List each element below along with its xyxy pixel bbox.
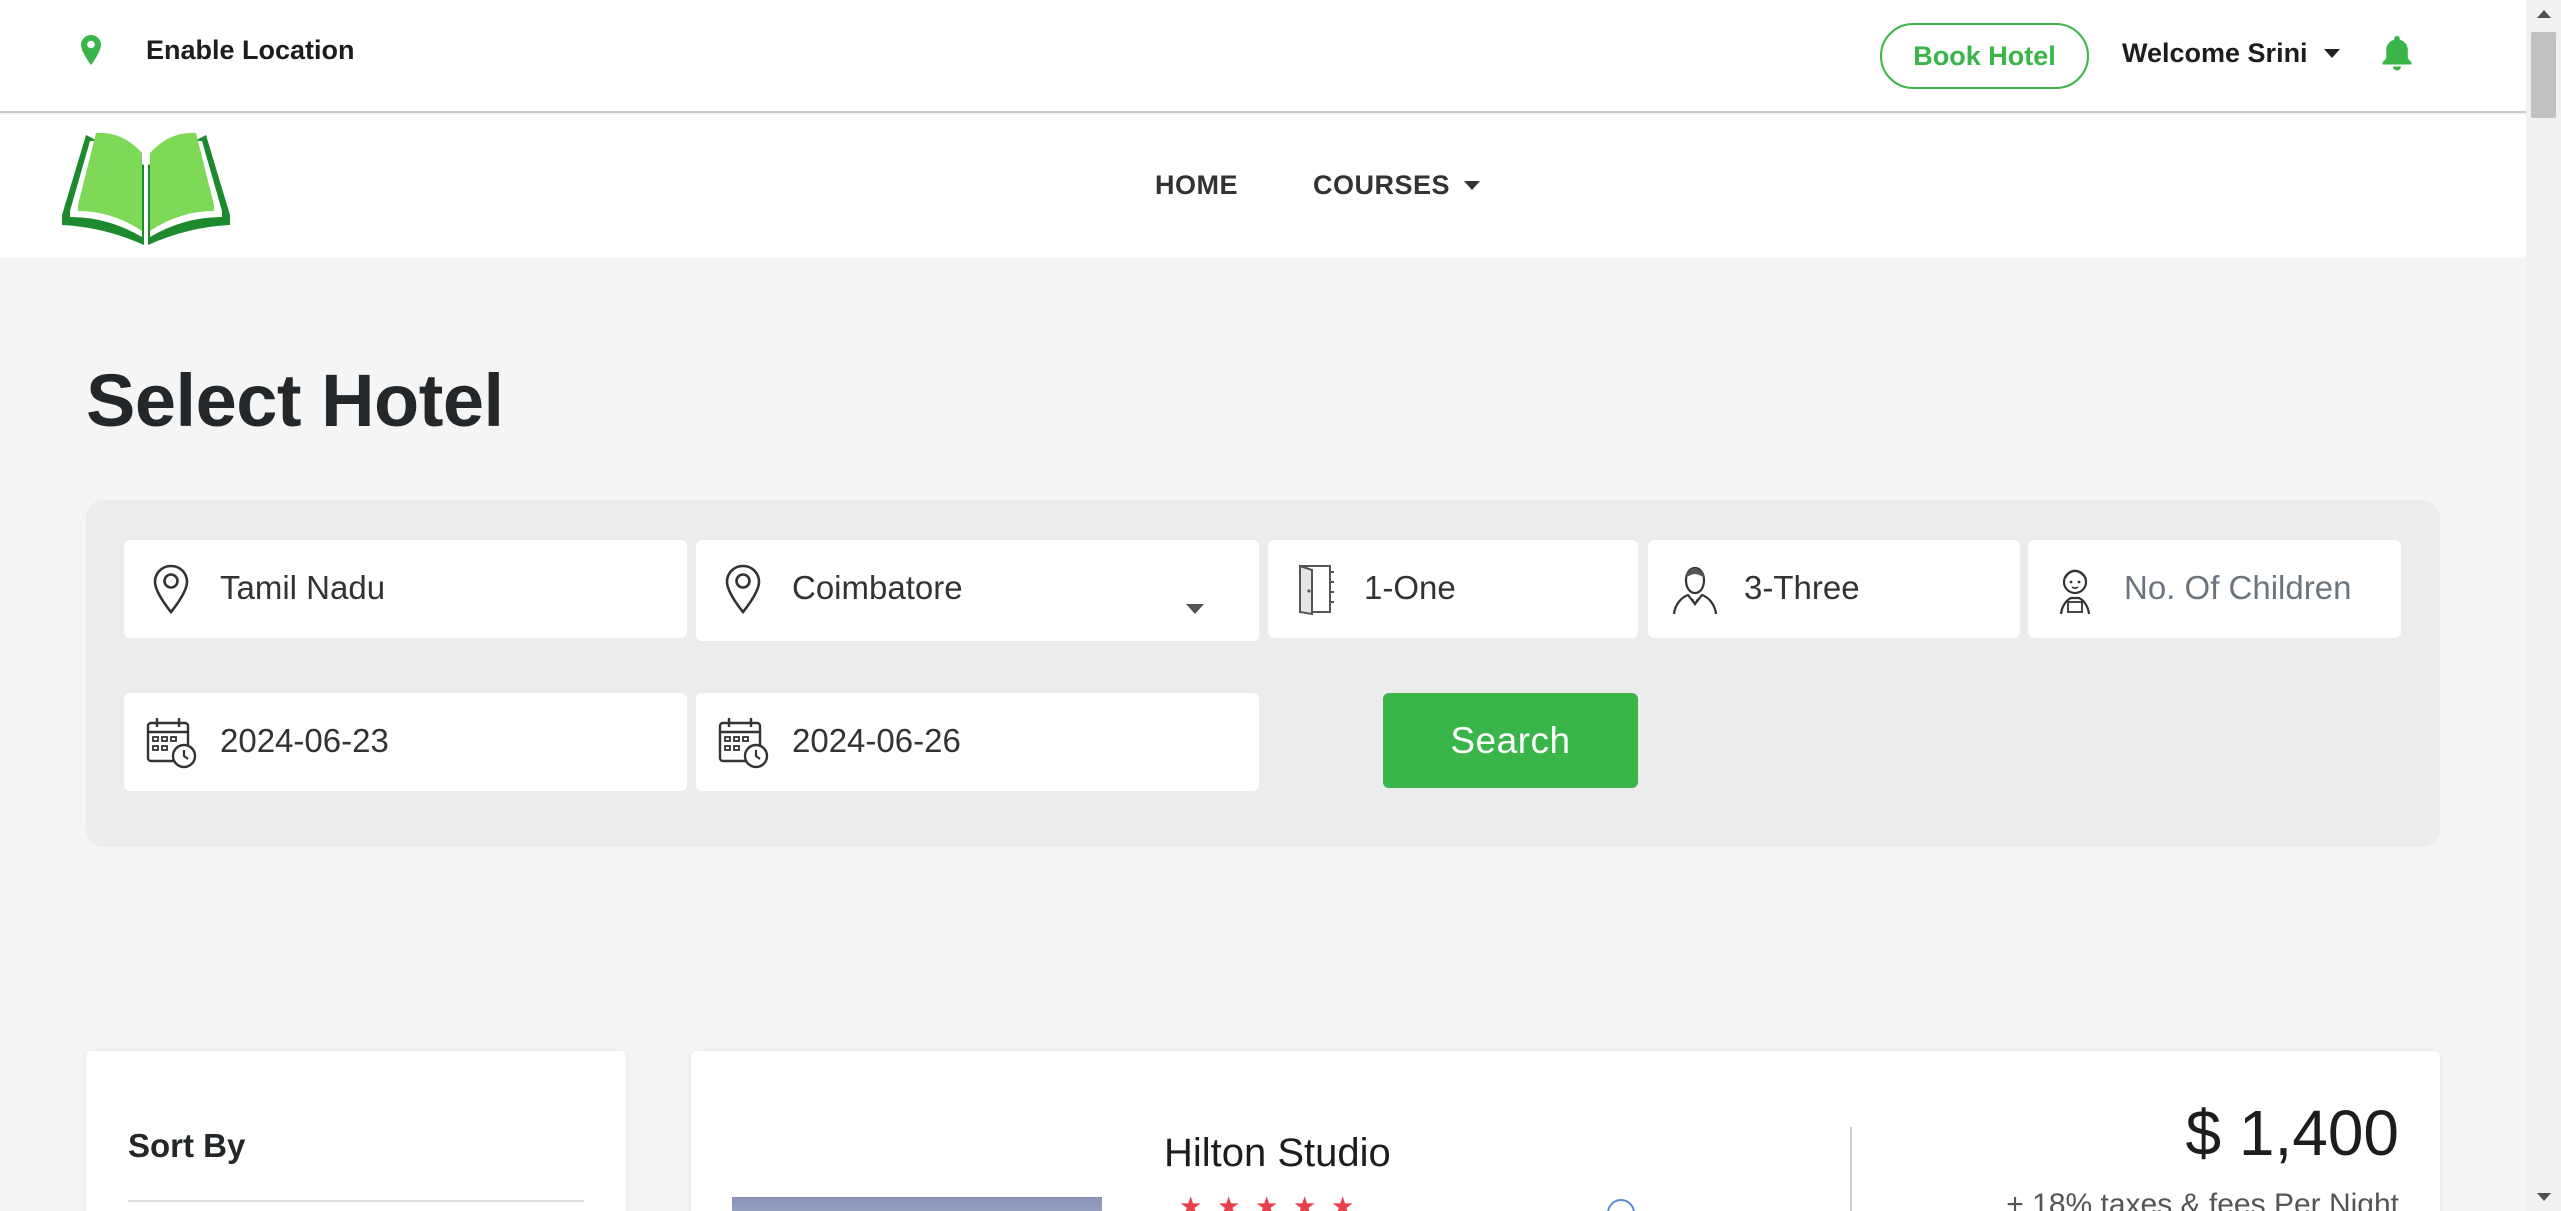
- scroll-down-icon[interactable]: [2537, 1193, 2551, 1201]
- enable-location-label: Enable Location: [146, 34, 355, 65]
- star-icon: ★: [1217, 1191, 1241, 1211]
- search-button[interactable]: Search: [1383, 693, 1638, 788]
- star-icon: ★: [1293, 1191, 1317, 1211]
- city-select[interactable]: Coimbatore: [696, 540, 1259, 641]
- star-rating: ★ ★ ★ ★ ★: [1179, 1193, 1357, 1211]
- chevron-down-icon: [1464, 181, 1481, 190]
- sort-title: Sort By: [128, 1127, 246, 1164]
- enable-location-link[interactable]: Enable Location: [80, 34, 355, 66]
- hotel-search-panel: Tamil Nadu Coimbatore 1-One 3-Three No. …: [86, 500, 2440, 847]
- door-icon: [1299, 564, 1334, 616]
- book-hotel-button[interactable]: Book Hotel: [1880, 23, 2089, 89]
- star-icon: ★: [1255, 1191, 1279, 1211]
- map-pin-icon: [153, 564, 189, 615]
- child-icon: [2059, 569, 2091, 615]
- info-icon[interactable]: [1607, 1199, 1635, 1211]
- calendar-clock-icon: [146, 718, 197, 769]
- price-note: + 18% taxes & fees Per Night: [2006, 1188, 2399, 1211]
- star-icon: ★: [1331, 1191, 1355, 1211]
- welcome-label: Welcome Srini: [2122, 38, 2308, 68]
- checkout-date-input[interactable]: 2024-06-26: [696, 693, 1259, 791]
- map-pin-icon: [81, 35, 101, 65]
- children-placeholder: No. Of Children: [2124, 569, 2352, 606]
- user-menu-dropdown[interactable]: Welcome Srini: [2122, 38, 2340, 69]
- hotel-card[interactable]: Hilton Studio ★ ★ ★ ★ ★ $ 1,400 + 18% ta…: [691, 1051, 2440, 1211]
- nav-courses-label: COURSES: [1313, 170, 1451, 200]
- sort-panel: Sort By: [86, 1051, 626, 1211]
- top-bar: Enable Location Book Hotel Welcome Srini: [0, 0, 2526, 113]
- scroll-thumb[interactable]: [2531, 32, 2556, 118]
- chevron-down-icon: [2323, 49, 2340, 58]
- state-select[interactable]: Tamil Nadu: [124, 540, 687, 638]
- checkin-value: 2024-06-23: [220, 722, 389, 759]
- main-nav: HOME COURSES: [0, 115, 2526, 258]
- nav-home[interactable]: HOME: [1155, 170, 1238, 201]
- divider: [1850, 1127, 1852, 1211]
- checkout-value: 2024-06-26: [792, 722, 961, 759]
- calendar-clock-icon: [718, 718, 769, 769]
- rooms-select[interactable]: 1-One: [1268, 540, 1638, 638]
- adults-value: 3-Three: [1744, 569, 1860, 606]
- hotel-name[interactable]: Hilton Studio: [1164, 1131, 1391, 1176]
- rooms-value: 1-One: [1364, 569, 1456, 606]
- city-value: Coimbatore: [792, 569, 963, 606]
- nav-courses-dropdown[interactable]: COURSES: [1313, 170, 1481, 201]
- children-input[interactable]: No. Of Children: [2028, 540, 2401, 638]
- bell-icon[interactable]: [2380, 34, 2414, 72]
- adults-select[interactable]: 3-Three: [1648, 540, 2020, 638]
- scroll-up-icon[interactable]: [2537, 10, 2551, 18]
- checkin-date-input[interactable]: 2024-06-23: [124, 693, 687, 791]
- map-pin-icon: [725, 564, 761, 615]
- chevron-down-icon: [1186, 604, 1204, 614]
- person-icon: [1672, 566, 1718, 615]
- page-title: Select Hotel: [86, 359, 504, 442]
- hotel-price: $ 1,400: [2185, 1097, 2399, 1169]
- state-value: Tamil Nadu: [220, 569, 386, 606]
- hotel-image[interactable]: [732, 1197, 1102, 1211]
- book-logo-icon[interactable]: [56, 127, 236, 247]
- divider: [128, 1200, 584, 1202]
- star-icon: ★: [1179, 1191, 1203, 1211]
- page-scrollbar[interactable]: [2526, 0, 2561, 1211]
